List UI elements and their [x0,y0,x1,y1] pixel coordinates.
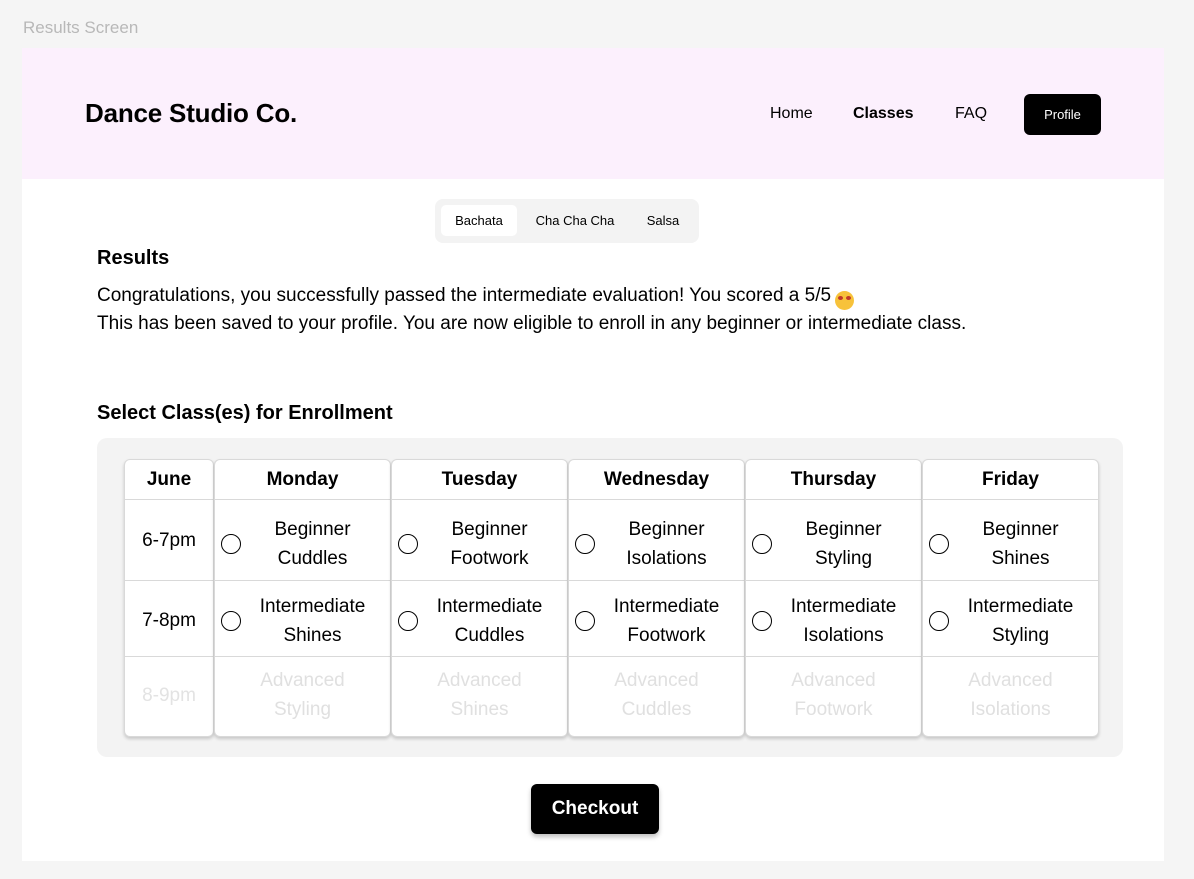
day-header: Friday [923,460,1098,500]
day-column-wednesday: Wednesday Beginner Isolations Intermediat… [568,459,745,737]
tab-salsa[interactable]: Salsa [631,205,695,236]
profile-button[interactable]: Profile [1024,94,1101,135]
row-divider [569,656,744,657]
class-slot[interactable]: Intermediate Footwork [569,592,744,652]
day-header: Thursday [746,460,921,500]
class-label: Beginner Shines [982,519,1059,569]
class-slot[interactable]: Beginner Shines [923,515,1098,575]
day-column-tuesday: Tuesday Beginner Footwork Intermediate Cud… [391,459,568,737]
class-label: Beginner Cuddles [274,519,351,569]
day-column-monday: Monday Beginner Cuddles Intermediate Shine… [214,459,391,737]
results-message-text: Congratulations, you successfully passed… [97,285,832,306]
class-label: Intermediate Shines [259,596,366,646]
row-divider [125,580,213,581]
class-label: Intermediate Cuddles [436,596,543,646]
row-divider [392,656,567,657]
class-slot-disabled: Advanced Cuddles [569,666,744,726]
row-divider [923,656,1098,657]
dance-style-tabs: Bachata Cha Cha Cha Salsa [435,199,699,243]
checkout-button[interactable]: Checkout [531,784,659,834]
results-message-line1: Congratulations, you successfully passed… [97,284,855,310]
class-label: Advanced Footwork [791,670,876,720]
row-divider [569,580,744,581]
class-label: Advanced Styling [260,670,345,720]
row-divider [215,656,390,657]
schedule-grid: June 6-7pm 7-8pm 8-9pm Monday Beginner Cu… [97,438,1123,757]
results-title: Results [97,247,170,269]
class-slot-disabled: Advanced Shines [392,666,567,726]
row-divider [746,656,921,657]
tab-cha-cha-cha[interactable]: Cha Cha Cha [527,205,623,236]
nav-classes-link[interactable]: Classes [853,105,914,123]
row-divider [746,580,921,581]
day-header: Tuesday [392,460,567,500]
class-slot-disabled: Advanced Styling [215,666,390,726]
class-label: Intermediate Footwork [613,596,720,646]
month-header: June [125,460,213,500]
time-slot-label: 6-7pm [142,530,196,551]
tab-bachata[interactable]: Bachata [441,205,517,236]
time-column: June 6-7pm 7-8pm 8-9pm [124,459,214,737]
time-slot-label: 7-8pm [142,610,196,631]
header: Dance Studio Co. Home Classes FAQ Profil… [22,48,1164,179]
nav-home-link[interactable]: Home [770,105,813,123]
day-column-thursday: Thursday Beginner Styling Intermediate Iso… [745,459,922,737]
nav-faq-link[interactable]: FAQ [955,105,987,123]
class-slot[interactable]: Intermediate Cuddles [392,592,567,652]
class-slot[interactable]: Beginner Footwork [392,515,567,575]
brand-logo: Dance Studio Co. [85,98,298,128]
class-label: Advanced Isolations [968,670,1053,720]
class-label: Beginner Footwork [450,519,529,569]
class-slot[interactable]: Intermediate Isolations [746,592,921,652]
day-header: Wednesday [569,460,744,500]
star-struck-emoji-icon: 🤩 [835,291,855,310]
class-slot[interactable]: Beginner Isolations [569,515,744,575]
class-slot[interactable]: Intermediate Shines [215,592,390,652]
class-label: Intermediate Styling [967,596,1074,646]
day-header: Monday [215,460,390,500]
row-divider [923,580,1098,581]
time-slot-label: 8-9pm [142,685,196,706]
class-slot-disabled: Advanced Isolations [923,666,1098,726]
class-label: Advanced Shines [437,670,522,720]
class-slot[interactable]: Beginner Cuddles [215,515,390,575]
class-label: Beginner Styling [805,519,882,569]
enrollment-title: Select Class(es) for Enrollment [97,402,393,424]
results-message-line2: This has been saved to your profile. You… [97,313,967,334]
class-label: Advanced Cuddles [614,670,699,720]
class-label: Beginner Isolations [626,519,707,569]
row-divider [392,580,567,581]
results-page: Dance Studio Co. Home Classes FAQ Profil… [22,48,1164,861]
class-slot[interactable]: Beginner Styling [746,515,921,575]
row-divider [125,656,213,657]
class-slot[interactable]: Intermediate Styling [923,592,1098,652]
class-slot-disabled: Advanced Footwork [746,666,921,726]
row-divider [215,580,390,581]
frame-label: Results Screen [23,18,139,37]
day-column-friday: Friday Beginner Shines Intermediate Stylin… [922,459,1099,737]
class-label: Intermediate Isolations [790,596,897,646]
